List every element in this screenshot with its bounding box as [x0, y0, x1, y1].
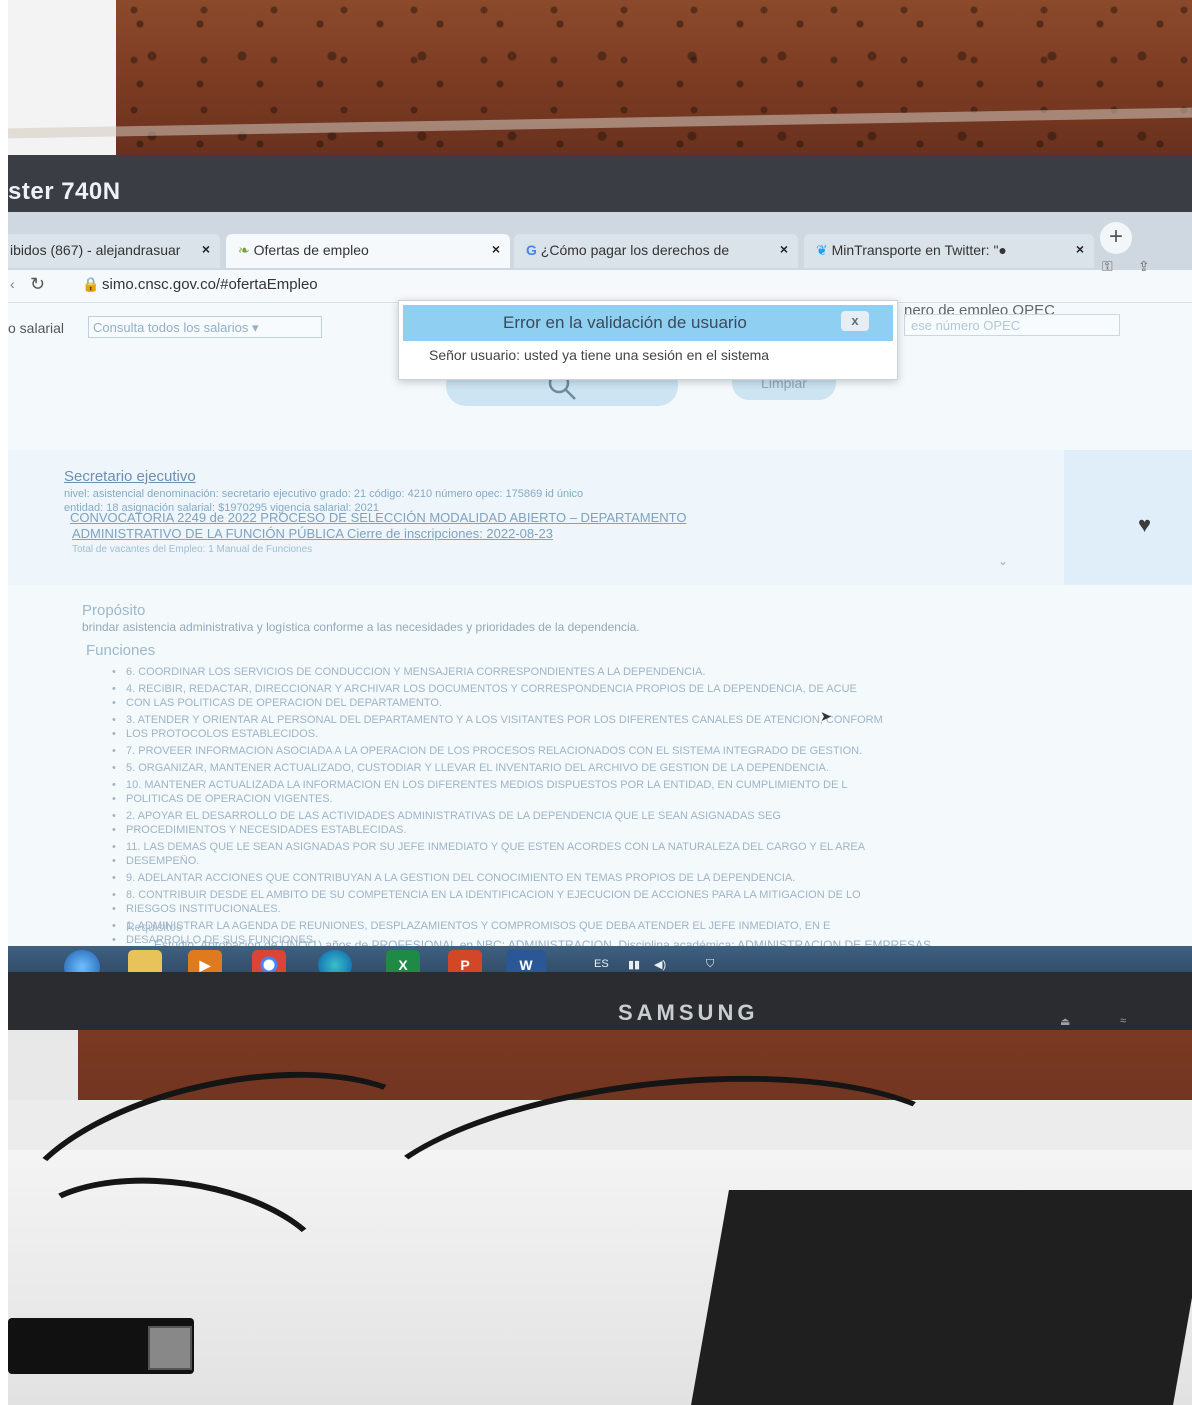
network-icon[interactable]: ▮▮ — [628, 958, 640, 971]
convocatoria-link-line-2[interactable]: ADMINISTRATIVO DE LA FUNCIÓN PÚBLICA Cie… — [72, 526, 553, 541]
tab-close-icon[interactable]: × — [202, 241, 210, 257]
monitor-screen: ibidos (867) - alejandrasuar × ❧ Ofertas… — [8, 212, 1192, 972]
list-item: 6. COORDINAR LOS SERVICIOS DE CONDUCCION… — [112, 666, 1192, 679]
heart-icon[interactable]: ♥ — [1138, 512, 1151, 538]
left-border — [0, 0, 8, 1405]
job-title-link[interactable]: Secretario ejecutivo — [64, 468, 196, 485]
samsung-logo: SAMSUNG — [618, 1000, 759, 1025]
media-player-icon[interactable]: ▶ — [188, 950, 222, 972]
tab-label: ¿Cómo pagar los derechos de — [540, 242, 730, 258]
language-indicator[interactable]: ES — [594, 958, 609, 970]
job-meta-line-1: nivel: asistencial denominación: secreta… — [64, 488, 584, 500]
list-item: 10. MANTENER ACTUALIZADA LA INFORMACION … — [112, 779, 1192, 792]
salary-select-value: Consulta todos los salarios — [93, 320, 249, 335]
salary-select[interactable]: Consulta todos los salarios ▾ — [88, 316, 322, 338]
browser-tab-bar: ibidos (867) - alejandrasuar × ❧ Ofertas… — [8, 212, 1192, 270]
monitor-top-bezel — [8, 155, 1192, 215]
tray-shield-icon[interactable]: ⛉ — [706, 958, 714, 971]
leaf-icon: ❧ — [238, 242, 250, 258]
list-item: 5. ORGANIZAR, MANTENER ACTUALIZADO, CUST… — [112, 762, 1192, 775]
word-icon[interactable]: W — [506, 950, 546, 972]
monitor-model-label: ster 740N — [8, 178, 121, 205]
list-item: POLITICAS DE OPERACION VIGENTES. — [112, 793, 1192, 806]
google-icon: G — [526, 242, 537, 258]
modal-message: Señor usuario: usted ya tiene una sesión… — [429, 347, 770, 363]
error-modal: Error en la validación de usuario x Seño… — [398, 300, 898, 380]
monitor-menu-icon: ≈ — [1120, 1015, 1127, 1027]
modal-title: Error en la validación de usuario — [503, 313, 747, 332]
list-item: PROCEDIMIENTOS Y NECESIDADES ESTABLECIDA… — [112, 824, 1192, 837]
powerpoint-icon[interactable]: P — [448, 950, 482, 972]
mouse-cursor-icon: ➤ — [820, 708, 832, 724]
share-icon[interactable]: ⇪ — [1138, 258, 1150, 275]
chevron-down-icon[interactable]: ⌄ — [998, 554, 1008, 568]
lock-icon: 🔒 — [82, 276, 100, 292]
wall-corner — [8, 1030, 78, 1100]
usb-port — [148, 1326, 192, 1370]
list-item: LOS PROTOCOLOS ESTABLECIDOS. — [112, 728, 1192, 741]
tab-label: MinTransporte en Twitter: "● — [831, 242, 1007, 258]
monitor-base — [691, 1190, 1192, 1405]
tab-close-icon[interactable]: × — [780, 241, 788, 257]
list-item: RIESGOS INSTITUCIONALES. — [112, 903, 1192, 916]
key-icon[interactable]: ⚿ — [1102, 258, 1113, 275]
list-item: 8. CONTRIBUIR DESDE EL AMBITO DE SU COMP… — [112, 889, 1192, 902]
new-tab-button[interactable]: + — [1100, 222, 1132, 254]
chevron-down-icon: ▾ — [251, 320, 259, 335]
url-input[interactable]: simo.cnsc.gov.co/#ofertaEmpleo — [102, 276, 318, 293]
list-item: CON LAS POLITICAS DE OPERACION DEL DEPAR… — [112, 697, 1192, 710]
list-item: 4. RECIBIR, REDACTAR, DIRECCIONAR Y ARCH… — [112, 683, 1192, 696]
twitter-icon: ❦ — [816, 242, 828, 258]
monitor-input-icon: ⏏ — [1060, 1016, 1071, 1028]
excel-icon[interactable]: X — [386, 950, 420, 972]
tab-label: Ofertas de empleo — [253, 242, 369, 258]
volume-icon[interactable]: ◀) — [654, 958, 666, 971]
list-item: 11. LAS DEMAS QUE LE SEAN ASIGNADAS POR … — [112, 841, 1192, 854]
file-explorer-icon[interactable] — [128, 950, 162, 972]
list-item: 3. ATENDER Y ORIENTAR AL PERSONAL DEL DE… — [112, 714, 1192, 727]
requisitos-heading: Requisitos — [126, 920, 183, 934]
tab-ofertas-empleo[interactable]: ❧ Ofertas de empleo × — [226, 234, 510, 268]
chrome-icon[interactable] — [252, 950, 286, 972]
modal-close-button[interactable]: x — [841, 311, 869, 331]
address-bar: ‹ ↻ 🔒 simo.cnsc.gov.co/#ofertaEmpleo ⚿ ⇪ — [8, 258, 1192, 303]
edge-icon[interactable] — [318, 950, 352, 972]
photo-scene: ster 740N ibidos (867) - alejandrasuar ×… — [0, 0, 1192, 1405]
opec-input[interactable]: ese número OPEC — [904, 314, 1120, 336]
modal-header: Error en la validación de usuario x — [403, 305, 893, 341]
tab-twitter[interactable]: ❦ MinTransporte en Twitter: "● × — [804, 234, 1094, 268]
tab-close-icon[interactable]: × — [1076, 241, 1084, 257]
favorite-panel — [1064, 450, 1192, 585]
list-item: 2. APOYAR EL DESARROLLO DE LAS ACTIVIDAD… — [112, 810, 1192, 823]
list-item: 7. PROVEER INFORMACION ASOCIADA A LA OPE… — [112, 745, 1192, 758]
proposito-heading: Propósito — [82, 602, 146, 619]
tab-mail[interactable]: ibidos (867) - alejandrasuar × — [8, 234, 220, 268]
list-item: 9. ADELANTAR ACCIONES QUE CONTRIBUYAN A … — [112, 872, 1192, 885]
tab-label: ibidos (867) - alejandrasuar — [10, 242, 181, 258]
reload-icon[interactable]: ↻ — [30, 274, 45, 295]
monitor-bottom-bezel — [8, 972, 1192, 1030]
convocatoria-link-line-1[interactable]: CONVOCATORIA 2249 de 2022 PROCESO DE SEL… — [70, 510, 687, 525]
funciones-heading: Funciones — [86, 642, 156, 659]
list-item: 1. ADMINISTRAR LA AGENDA DE REUNIONES, D… — [112, 920, 1192, 933]
tab-google-search[interactable]: G ¿Cómo pagar los derechos de × — [514, 234, 798, 268]
proposito-text: brindar asistencia administrativa y logí… — [82, 620, 640, 634]
tab-close-icon[interactable]: × — [492, 241, 500, 257]
salary-filter-label: o salarial — [8, 320, 65, 336]
funciones-list: 6. COORDINAR LOS SERVICIOS DE CONDUCCION… — [112, 666, 1192, 951]
back-icon[interactable]: ‹ — [10, 276, 15, 292]
job-links[interactable]: Total de vacantes del Empleo: 1 Manual d… — [72, 544, 312, 555]
list-item: DESEMPEÑO. — [112, 855, 1192, 868]
